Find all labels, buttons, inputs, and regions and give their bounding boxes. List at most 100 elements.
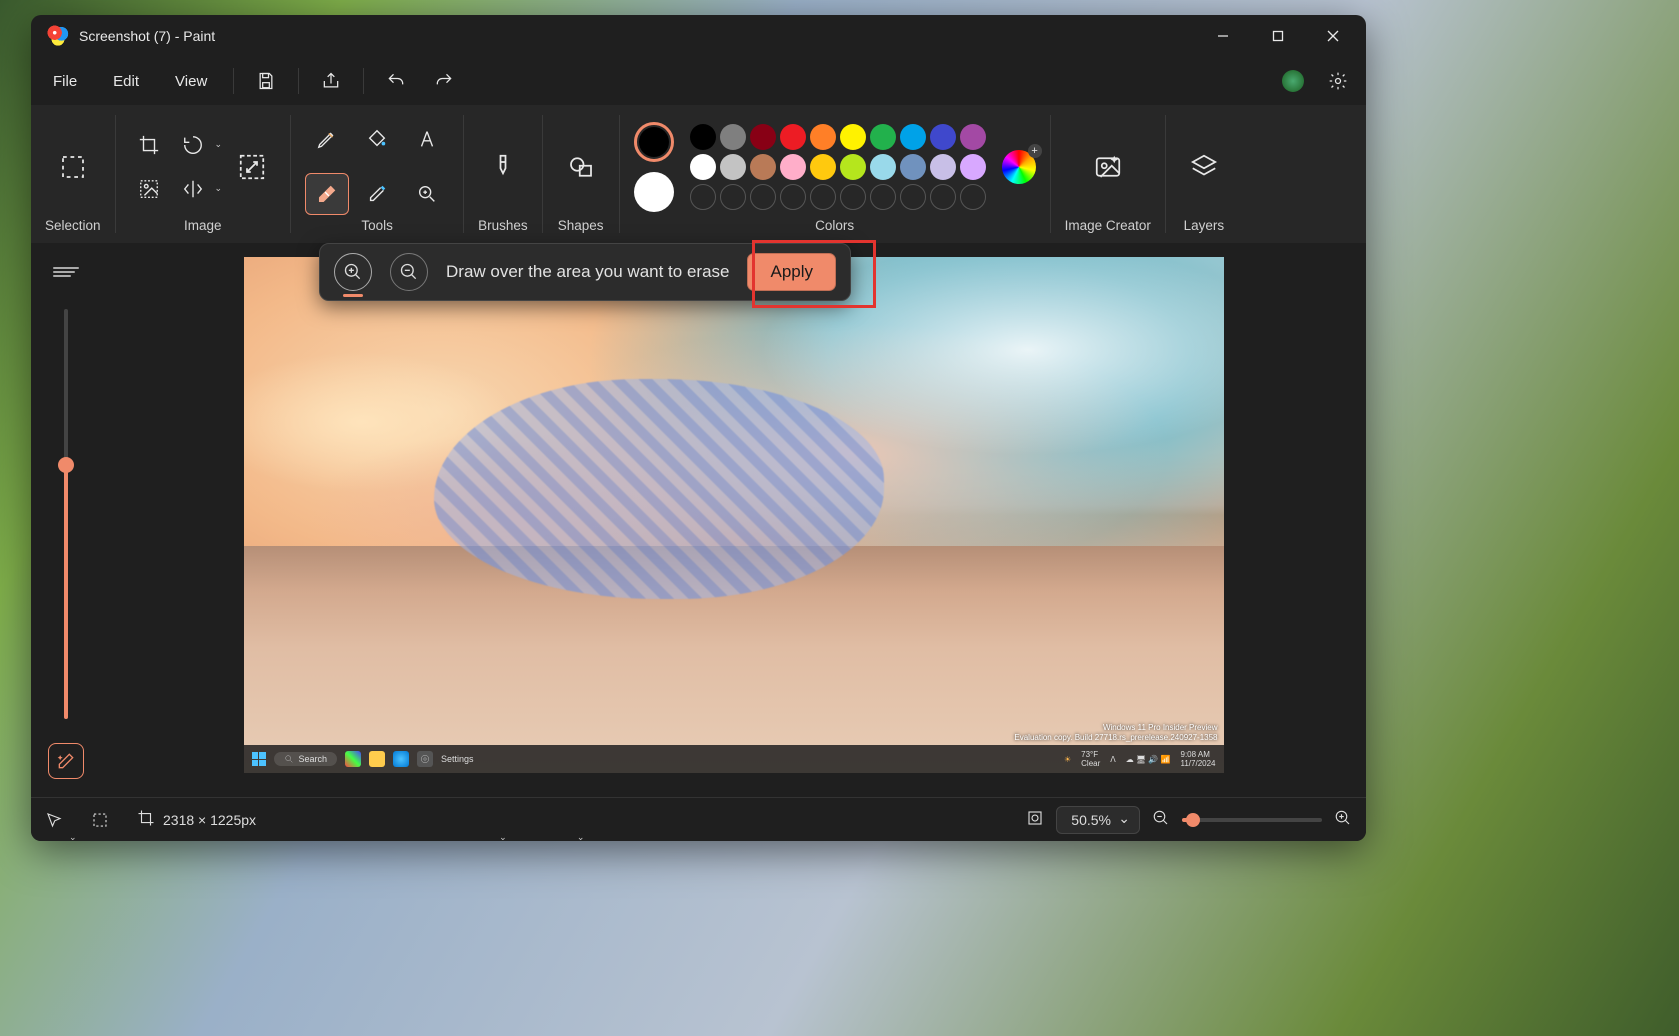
image-creator-button[interactable] xyxy=(1084,139,1132,195)
brushes-dropdown[interactable]: ⌄ xyxy=(479,139,527,195)
generative-erase-button[interactable] xyxy=(48,743,84,779)
color-swatch[interactable] xyxy=(840,124,866,150)
color-swatch[interactable] xyxy=(870,124,896,150)
share-button[interactable] xyxy=(311,61,351,101)
canvas-viewport[interactable]: Windows 11 Pro Insider Preview Evaluatio… xyxy=(101,243,1366,797)
save-button[interactable] xyxy=(246,61,286,101)
zoom-in-button[interactable] xyxy=(1334,809,1352,830)
group-label: Image xyxy=(184,218,222,235)
taskbar-search: Search xyxy=(274,752,338,766)
color-swatch[interactable] xyxy=(720,154,746,180)
user-avatar[interactable] xyxy=(1282,70,1304,92)
erase-selection-mask xyxy=(434,379,884,599)
crop-tool[interactable] xyxy=(130,126,168,164)
color-swatch[interactable] xyxy=(780,124,806,150)
settings-taskbar-icon xyxy=(417,751,433,767)
undo-button[interactable] xyxy=(376,61,416,101)
brush-increase-button[interactable] xyxy=(334,253,372,291)
color-swatch[interactable] xyxy=(930,154,956,180)
brush-preview-icon xyxy=(53,267,79,285)
menu-view[interactable]: View xyxy=(161,67,221,96)
color-swatch[interactable] xyxy=(900,124,926,150)
eraser-tool[interactable] xyxy=(305,173,349,215)
background-remove-tool[interactable] xyxy=(130,170,168,208)
color-swatch[interactable] xyxy=(690,124,716,150)
settings-button[interactable] xyxy=(1318,61,1358,101)
custom-color-slot[interactable] xyxy=(900,184,926,210)
text-tool[interactable] xyxy=(405,118,449,160)
rotate-tool[interactable] xyxy=(174,126,212,164)
color-swatch[interactable] xyxy=(780,154,806,180)
custom-color-slot[interactable] xyxy=(810,184,836,210)
explorer-icon xyxy=(369,751,385,767)
custom-color-slot[interactable] xyxy=(720,184,746,210)
app-icon xyxy=(47,25,69,47)
color-swatch[interactable] xyxy=(930,124,956,150)
color-palette xyxy=(690,124,986,210)
maximize-button[interactable] xyxy=(1250,15,1305,57)
menu-edit[interactable]: Edit xyxy=(99,67,153,96)
color-swatch[interactable] xyxy=(960,124,986,150)
group-label: Selection xyxy=(45,218,101,235)
resize-tool[interactable] xyxy=(228,139,276,195)
brush-size-slider[interactable] xyxy=(51,299,81,729)
color-swatch[interactable] xyxy=(870,154,896,180)
custom-color-slot[interactable] xyxy=(840,184,866,210)
custom-color-slot[interactable] xyxy=(780,184,806,210)
color-swatch[interactable] xyxy=(750,124,776,150)
title-bar: Screenshot (7) - Paint xyxy=(31,15,1366,57)
selection-tool[interactable]: ⌄ xyxy=(49,139,97,195)
color-picker-tool[interactable] xyxy=(355,173,399,215)
selection-size xyxy=(91,811,109,829)
brush-decrease-button[interactable] xyxy=(390,253,428,291)
zoom-level-select[interactable]: 50.5% xyxy=(1056,806,1140,834)
group-brushes: ⌄ Brushes xyxy=(464,105,542,243)
group-label: Brushes xyxy=(478,218,528,235)
group-label: Colors xyxy=(815,218,854,235)
custom-color-slot[interactable] xyxy=(870,184,896,210)
start-icon xyxy=(252,752,266,766)
group-image-creator: Image Creator xyxy=(1051,105,1165,243)
custom-color-slot[interactable] xyxy=(960,184,986,210)
color-swatch[interactable] xyxy=(750,154,776,180)
zoom-out-button[interactable] xyxy=(1152,809,1170,830)
pencil-tool[interactable] xyxy=(305,118,349,160)
shapes-dropdown[interactable]: ⌄ xyxy=(557,139,605,195)
zoom-slider[interactable] xyxy=(1182,818,1322,822)
menu-bar: File Edit View xyxy=(31,57,1366,105)
flip-tool[interactable] xyxy=(174,170,212,208)
color-swatch[interactable] xyxy=(690,154,716,180)
edit-colors-button[interactable] xyxy=(1002,150,1036,184)
color-1[interactable] xyxy=(634,122,674,162)
layers-button[interactable] xyxy=(1180,139,1228,195)
group-label: Layers xyxy=(1184,218,1225,235)
group-colors: Colors xyxy=(620,105,1050,243)
close-button[interactable] xyxy=(1305,15,1360,57)
apply-button[interactable]: Apply xyxy=(747,253,836,291)
group-label: Shapes xyxy=(558,218,604,235)
windows-watermark: Windows 11 Pro Insider Preview Evaluatio… xyxy=(1014,723,1217,743)
menu-file[interactable]: File xyxy=(39,67,91,96)
custom-color-slot[interactable] xyxy=(690,184,716,210)
color-swatch[interactable] xyxy=(810,124,836,150)
color-swatch[interactable] xyxy=(720,124,746,150)
redo-button[interactable] xyxy=(424,61,464,101)
desktop-taskbar: Search Settings ☀ 73°FClear ᐱ ☁ 🖥 🔊 📶 xyxy=(244,745,1224,773)
magnifier-tool[interactable] xyxy=(405,173,449,215)
custom-color-slot[interactable] xyxy=(930,184,956,210)
canvas[interactable]: Windows 11 Pro Insider Preview Evaluatio… xyxy=(244,257,1224,773)
custom-color-slot[interactable] xyxy=(750,184,776,210)
color-swatch[interactable] xyxy=(840,154,866,180)
edge-icon xyxy=(393,751,409,767)
group-image: ⌄ ⌄ Image xyxy=(116,105,291,243)
taskbar-settings-label: Settings xyxy=(441,754,474,764)
color-swatch[interactable] xyxy=(960,154,986,180)
fill-tool[interactable] xyxy=(355,118,399,160)
color-swatch[interactable] xyxy=(810,154,836,180)
work-area: Windows 11 Pro Insider Preview Evaluatio… xyxy=(31,243,1366,797)
cursor-position xyxy=(45,811,63,829)
color-swatch[interactable] xyxy=(900,154,926,180)
group-selection: ⌄ Selection xyxy=(31,105,115,243)
minimize-button[interactable] xyxy=(1195,15,1250,57)
color-2[interactable] xyxy=(634,172,674,212)
